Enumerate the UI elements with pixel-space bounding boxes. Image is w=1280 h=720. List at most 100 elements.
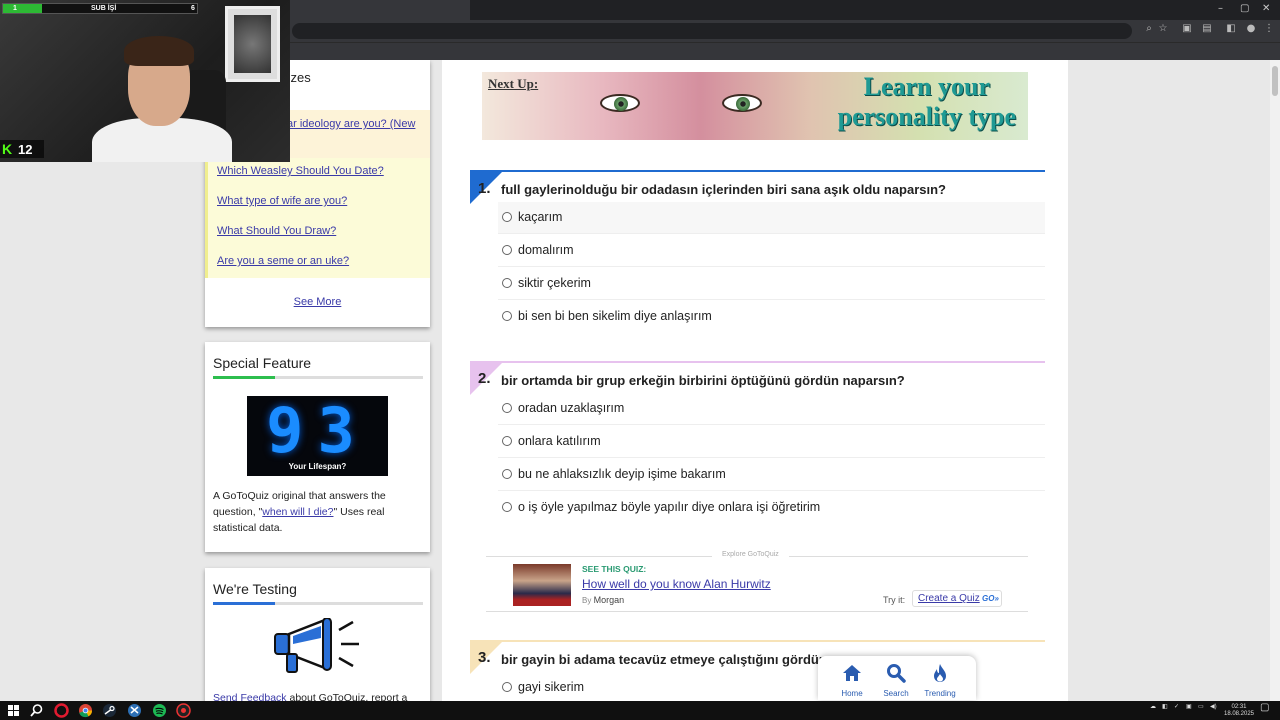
extensions-puzzle-icon[interactable]: ◧	[1224, 23, 1238, 37]
page-scrollbar[interactable]	[1270, 60, 1280, 701]
extension-icon[interactable]: ▤	[1200, 23, 1214, 37]
obs-icon[interactable]	[176, 703, 191, 718]
answer-option[interactable]: siktir çekerim	[498, 268, 1045, 300]
nav-trending-label: Trending	[924, 689, 956, 698]
profile-avatar[interactable]: ●	[1244, 23, 1258, 37]
question-divider	[470, 170, 1045, 172]
send-feedback-link[interactable]: Send Feedback	[213, 692, 287, 701]
sub-goal-target: 6	[191, 5, 195, 12]
radio-button[interactable]	[502, 502, 512, 512]
next-up-banner[interactable]: Next Up: Learn your personality type	[482, 72, 1028, 140]
quiz-link[interactable]: What type of wife are you?	[217, 195, 347, 207]
scroll-thumb[interactable]	[1272, 66, 1278, 96]
feedback-text: Send Feedback about GoToQuiz, report a	[213, 692, 425, 701]
tray-icon[interactable]: ◧	[1162, 704, 1168, 711]
featured-quiz-link[interactable]: ar ideology are you? (New	[287, 118, 415, 130]
question-number: 3.	[478, 649, 491, 666]
app-icon[interactable]	[127, 703, 142, 718]
spotify-icon[interactable]	[152, 703, 167, 718]
explore-tag: Explore GoToQuiz	[712, 551, 789, 558]
nav-search[interactable]: Search	[876, 662, 916, 698]
answer-option[interactable]: oradan uzaklaşırım	[498, 393, 1045, 425]
radio-button[interactable]	[502, 469, 512, 479]
home-icon	[843, 665, 861, 681]
answer-option[interactable]: onlara katılırım	[498, 426, 1045, 458]
flame-icon	[934, 664, 946, 682]
search-icon[interactable]	[29, 703, 44, 718]
answer-label: domalırım	[518, 243, 574, 257]
tray-icon[interactable]: ☁	[1150, 704, 1156, 711]
see-more-link[interactable]: See More	[205, 296, 430, 308]
opera-icon[interactable]	[54, 703, 69, 718]
nav-home-label: Home	[841, 689, 863, 698]
suggested-quiz-thumbnail[interactable]	[513, 564, 571, 606]
notifications-icon[interactable]: ▢	[1260, 703, 1269, 713]
lifespan-number: 93	[266, 396, 369, 467]
tray-icon[interactable]: ▣	[1186, 704, 1192, 711]
quiz-link[interactable]: What Should You Draw?	[217, 225, 336, 237]
banner-headline: Learn your personality type	[837, 72, 1016, 131]
bookmark-star-icon[interactable]: ☆	[1156, 23, 1170, 37]
try-it-label: Try it:	[883, 595, 906, 605]
steam-icon[interactable]	[102, 703, 117, 718]
suggested-quiz-link[interactable]: How well do you know Alan Hurwitz	[582, 577, 771, 591]
divider	[213, 602, 423, 605]
answer-option[interactable]: domalırım	[498, 235, 1045, 267]
nav-trending[interactable]: Trending	[920, 662, 960, 698]
answer-option[interactable]: bu ne ahlaksızlık deyip işime bakarım	[498, 459, 1045, 491]
address-bar[interactable]	[292, 23, 1132, 39]
answer-label: siktir çekerim	[518, 276, 591, 290]
answer-label: bu ne ahlaksızlık deyip işime bakarım	[518, 467, 726, 481]
browser-tab[interactable]	[290, 0, 470, 20]
nav-search-label: Search	[883, 689, 909, 698]
divider	[213, 376, 423, 379]
radio-button[interactable]	[502, 311, 512, 321]
answer-option[interactable]: bi sen bi ben sikelim diye anlaşırım	[498, 301, 1045, 333]
sub-goal-current: 1	[13, 5, 17, 12]
testing-card: We're Testing Send Feedback about GoToQu…	[205, 568, 430, 701]
radio-button[interactable]	[502, 403, 512, 413]
answer-option[interactable]: o iş öyle yapılmaz böyle yapılır diye on…	[498, 492, 1045, 524]
radio-button[interactable]	[502, 245, 512, 255]
special-feature-title: Special Feature	[213, 355, 312, 371]
quiz-link[interactable]: Which Weasley Should You Date?	[217, 165, 384, 177]
close-window-button[interactable]: ✕	[1262, 3, 1270, 14]
volume-icon[interactable]: ◀)	[1210, 704, 1217, 711]
chrome-icon[interactable]	[78, 703, 93, 718]
create-quiz-button[interactable]: Create a Quiz GO»	[912, 590, 1002, 607]
maximize-button[interactable]: ▢	[1240, 3, 1249, 14]
radio-button[interactable]	[502, 682, 512, 692]
list-item: Are you a seme or an uke?	[205, 248, 430, 278]
banner-eye-right	[722, 94, 762, 112]
windows-start-icon[interactable]	[6, 703, 21, 718]
nav-home[interactable]: Home	[832, 662, 872, 698]
list-item: What Should You Draw?	[205, 218, 430, 248]
minimize-button[interactable]: –	[1218, 3, 1223, 14]
answer-label: bi sen bi ben sikelim diye anlaşırım	[518, 309, 712, 323]
special-feature-description: A GoToQuiz original that answers the que…	[213, 490, 386, 534]
quiz-link[interactable]: Are you a seme or an uke?	[217, 255, 349, 267]
sub-goal-label: SUB İŞİ	[91, 5, 117, 12]
clock-date: 18.08.2025	[1223, 711, 1255, 717]
when-will-i-die-link[interactable]: when will I die?	[262, 506, 333, 518]
radio-button[interactable]	[502, 436, 512, 446]
explore-gotoquiz-strip: Explore GoToQuiz SEE THIS QUIZ: How well…	[486, 551, 1028, 612]
network-icon[interactable]: ▭	[1198, 704, 1204, 711]
extension-icon[interactable]: ▣	[1180, 23, 1194, 37]
tray-icon[interactable]: ✓	[1174, 704, 1179, 711]
banner-eye-left	[600, 94, 640, 112]
answer-label: o iş öyle yapılmaz böyle yapılır diye on…	[518, 500, 821, 514]
browser-menu-icon[interactable]: ⋮	[1262, 23, 1276, 37]
answer-option[interactable]: kaçarım	[498, 202, 1045, 234]
question-divider	[470, 640, 1045, 642]
radio-button[interactable]	[502, 278, 512, 288]
lifespan-caption: Your Lifespan?	[288, 462, 347, 471]
clock-time: 02:31	[1231, 704, 1247, 710]
sub-goal-bar: 1 SUB İŞİ 6	[2, 3, 198, 14]
list-item: What type of wife are you?	[205, 188, 430, 218]
clock[interactable]: 02:31 18.08.2025	[1222, 704, 1256, 718]
question-number: 1.	[478, 180, 491, 197]
lifespan-quiz-image[interactable]: 93 Your Lifespan?	[247, 396, 388, 476]
zoom-icon[interactable]: ⌕	[1142, 23, 1156, 37]
radio-button[interactable]	[502, 212, 512, 222]
